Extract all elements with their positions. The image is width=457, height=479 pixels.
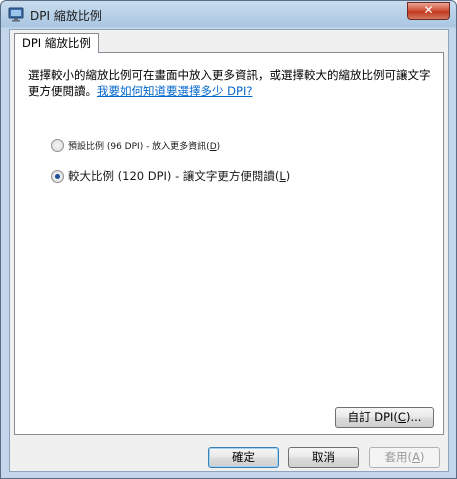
dialog-client-area: DPI 縮放比例 選擇較小的縮放比例可在畫面中放入更多資訊，或選擇較大的縮放比例… bbox=[9, 29, 449, 472]
radio-button-default[interactable] bbox=[51, 139, 64, 152]
cancel-button[interactable]: 取消 bbox=[288, 447, 359, 468]
close-icon: ✕ bbox=[423, 3, 434, 17]
tab-dpi-scaling[interactable]: DPI 縮放比例 bbox=[14, 33, 99, 53]
radio-option-default[interactable]: 預設比例 (96 DPI) - 放入更多資訊(D) bbox=[51, 139, 220, 152]
description-text: 選擇較小的縮放比例可在畫面中放入更多資訊，或選擇較大的縮放比例可讓文字更方便閱讀… bbox=[28, 67, 436, 99]
dpi-dialog-window: DPI 縮放比例 ✕ DPI 縮放比例 選擇較小的縮放比例可在畫面中放入更多資訊… bbox=[0, 0, 457, 479]
tab-panel: 選擇較小的縮放比例可在畫面中放入更多資訊，或選擇較大的縮放比例可讓文字更方便閱讀… bbox=[14, 52, 444, 435]
help-link[interactable]: 我要如何知道要選擇多少 DPI? bbox=[97, 84, 252, 98]
radio-button-large[interactable] bbox=[51, 169, 64, 183]
custom-dpi-button[interactable]: 自訂 DPI(C)... bbox=[335, 407, 434, 428]
window-title: DPI 縮放比例 bbox=[30, 9, 102, 23]
monitor-icon bbox=[8, 7, 24, 22]
radio-label-large: 較大比例 (120 DPI) - 讓文字更方便閱讀(L) bbox=[68, 169, 291, 183]
radio-option-large[interactable]: 較大比例 (120 DPI) - 讓文字更方便閱讀(L) bbox=[51, 168, 290, 184]
close-button[interactable]: ✕ bbox=[407, 2, 450, 20]
apply-button[interactable]: 套用(A) bbox=[369, 447, 440, 468]
ok-button[interactable]: 確定 bbox=[208, 447, 279, 468]
title-bar[interactable]: DPI 縮放比例 ✕ bbox=[1, 1, 456, 28]
radio-label-default: 預設比例 (96 DPI) - 放入更多資訊(D) bbox=[68, 142, 221, 152]
